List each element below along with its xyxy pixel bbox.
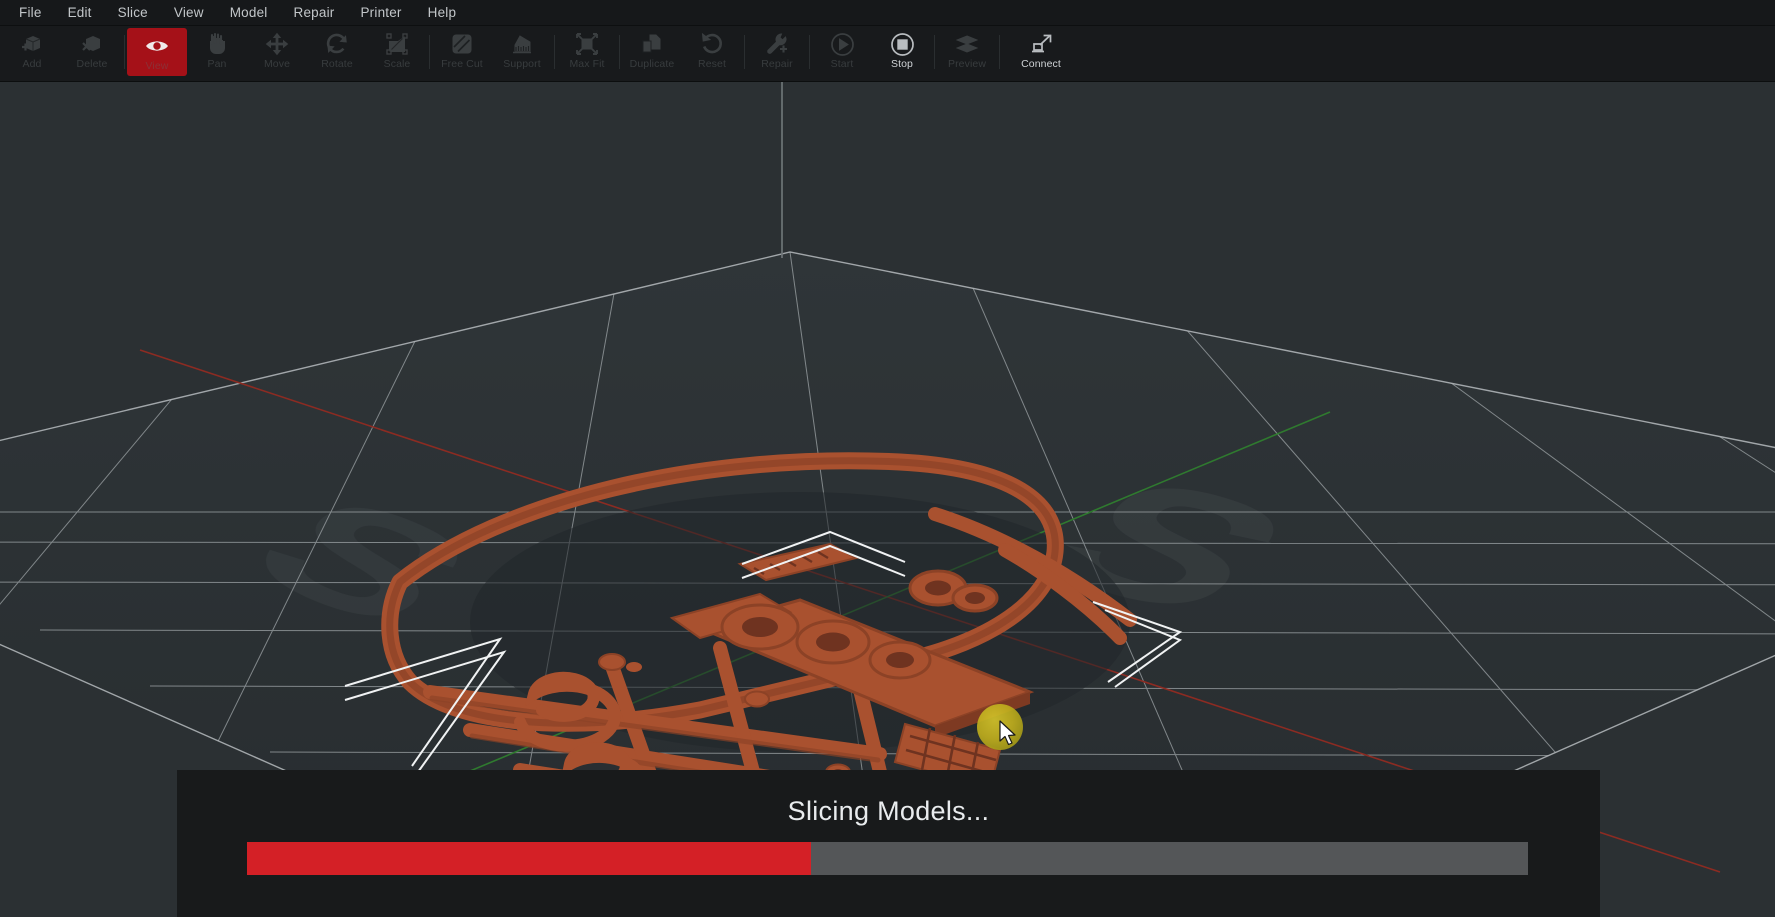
tool-reset-label: Reset <box>698 58 726 70</box>
tool-repair-label: Repair <box>761 58 793 70</box>
move-arrows-icon <box>264 31 290 57</box>
duplicate-icon <box>639 31 665 57</box>
application-window: File Edit Slice View Model Repair Printe… <box>0 0 1775 917</box>
delete-cube-icon <box>79 31 105 57</box>
menu-model[interactable]: Model <box>217 0 281 26</box>
reset-icon <box>699 31 725 57</box>
menu-help[interactable]: Help <box>415 0 470 26</box>
tool-move-label: Move <box>263 58 291 70</box>
tool-delete[interactable]: Delete <box>62 26 122 80</box>
toolbar-separator <box>554 35 555 69</box>
tool-move[interactable]: Move <box>247 26 307 80</box>
tool-repair[interactable]: Repair <box>747 26 807 80</box>
tool-scale[interactable]: Scale <box>367 26 427 80</box>
tool-duplicate-label: Duplicate <box>629 58 675 70</box>
menu-printer[interactable]: Printer <box>347 0 414 26</box>
tool-stop[interactable]: Stop <box>872 26 932 80</box>
tool-preview[interactable]: Preview <box>937 26 997 80</box>
tool-free-cut[interactable]: Free Cut <box>432 26 492 80</box>
play-circle-icon <box>829 31 855 57</box>
tool-duplicate[interactable]: Duplicate <box>622 26 682 80</box>
tool-view[interactable]: View <box>127 28 187 76</box>
max-fit-icon <box>574 31 600 57</box>
toolbar-separator <box>809 35 810 69</box>
tool-reset[interactable]: Reset <box>682 26 742 80</box>
progress-title: Slicing Models... <box>787 796 990 826</box>
hand-icon <box>204 31 230 57</box>
scale-icon <box>384 31 410 57</box>
slicing-progress-dialog: Slicing Models... <box>177 770 1600 917</box>
tool-connect[interactable]: Connect <box>1002 26 1080 80</box>
tool-support-label: Support <box>503 58 541 70</box>
tool-add-label: Add <box>22 58 42 70</box>
connect-laptop-icon <box>1028 31 1054 57</box>
tool-start-label: Start <box>830 58 854 70</box>
menu-edit[interactable]: Edit <box>55 0 105 26</box>
progress-bar-fill <box>247 842 811 875</box>
tool-stop-label: Stop <box>891 58 913 70</box>
tool-pan-label: Pan <box>207 58 227 70</box>
tool-free-cut-label: Free Cut <box>441 58 483 70</box>
toolbar-separator <box>619 35 620 69</box>
toolbar-separator <box>124 35 125 69</box>
tool-connect-label: Connect <box>1021 58 1061 70</box>
eye-icon <box>144 33 170 59</box>
menu-view[interactable]: View <box>161 0 217 26</box>
tool-add[interactable]: Add <box>2 26 62 80</box>
tool-max-fit[interactable]: Max Fit <box>557 26 617 80</box>
free-cut-icon <box>449 31 475 57</box>
rotate-icon <box>324 31 350 57</box>
tool-delete-label: Delete <box>76 58 108 70</box>
menu-file[interactable]: File <box>6 0 55 26</box>
wrench-plus-icon <box>764 31 790 57</box>
menu-bar: File Edit Slice View Model Repair Printe… <box>0 0 1775 26</box>
progress-bar-track <box>247 842 1528 875</box>
tool-start[interactable]: Start <box>812 26 872 80</box>
add-cube-icon <box>19 31 45 57</box>
tool-scale-label: Scale <box>383 58 411 70</box>
tool-pan[interactable]: Pan <box>187 26 247 80</box>
toolbar-separator <box>744 35 745 69</box>
support-icon <box>509 31 535 57</box>
toolbar: Add Delete View Pan Move Rotate Scale Fr… <box>0 26 1775 82</box>
toolbar-separator <box>429 35 430 69</box>
layers-icon <box>954 31 980 57</box>
menu-repair[interactable]: Repair <box>281 0 348 26</box>
tool-preview-label: Preview <box>947 58 987 70</box>
tool-rotate[interactable]: Rotate <box>307 26 367 80</box>
tool-support[interactable]: Support <box>492 26 552 80</box>
stop-circle-icon <box>889 31 915 57</box>
tool-max-fit-label: Max Fit <box>569 58 605 70</box>
toolbar-separator <box>999 35 1000 69</box>
toolbar-separator <box>934 35 935 69</box>
tool-rotate-label: Rotate <box>321 58 353 70</box>
menu-slice[interactable]: Slice <box>105 0 161 26</box>
tool-view-label: View <box>145 60 169 72</box>
